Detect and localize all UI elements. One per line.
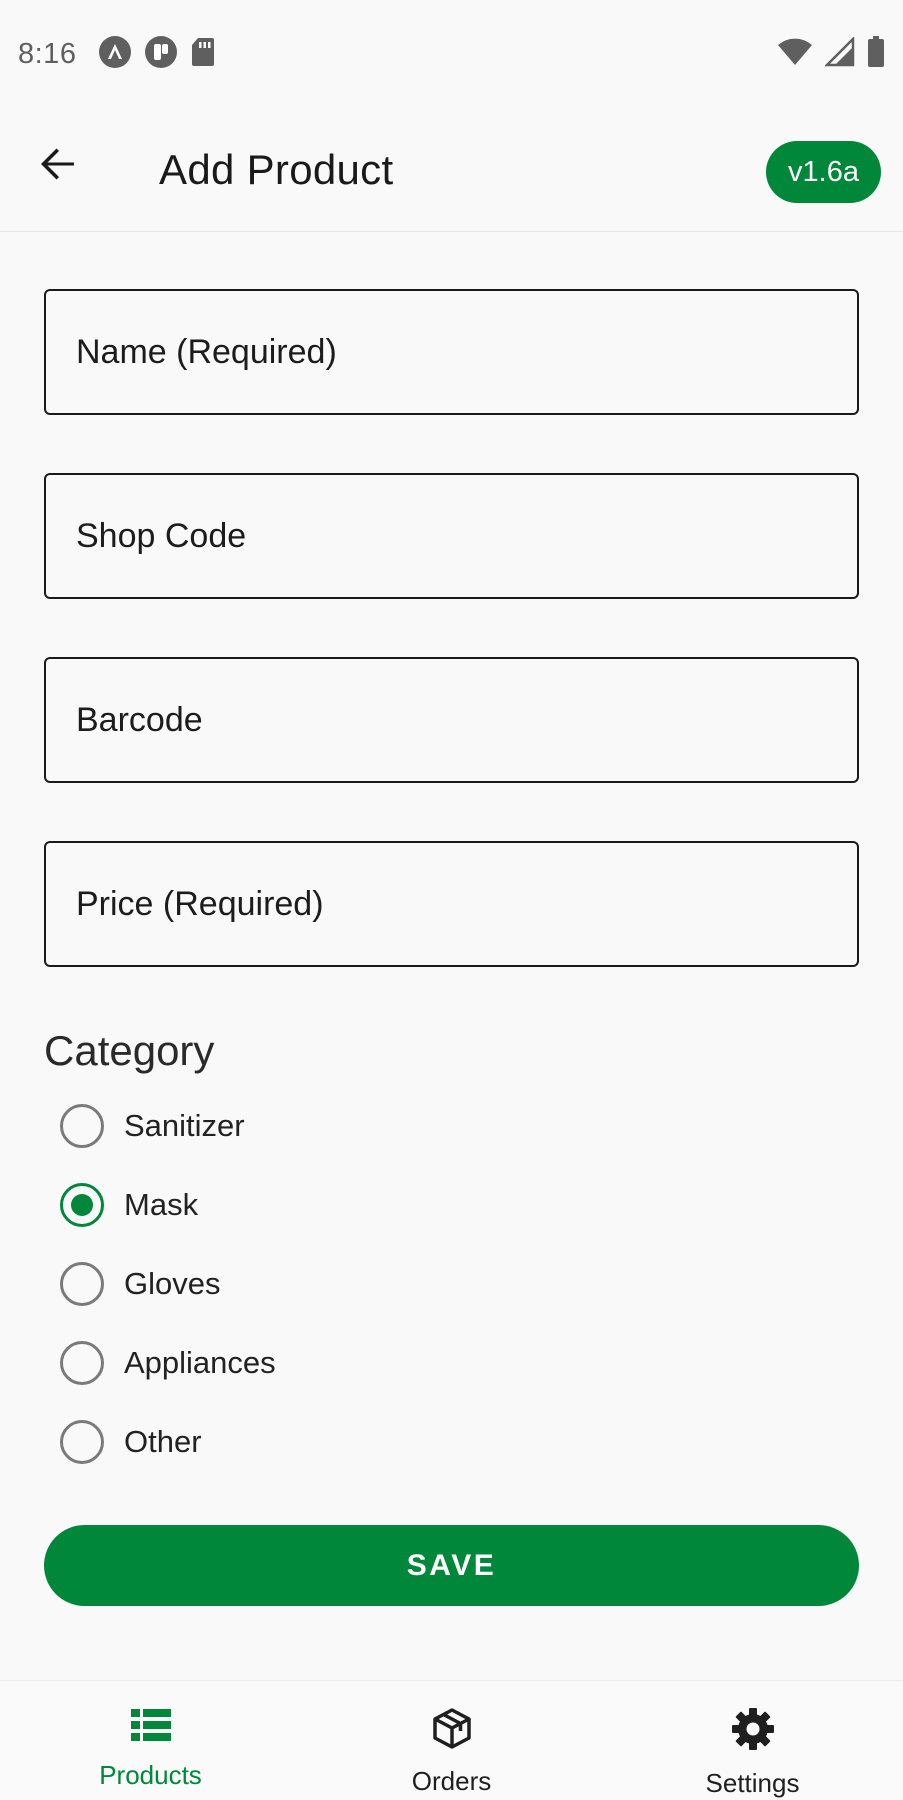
radio-label: Gloves [124, 1266, 221, 1301]
name-input[interactable] [46, 291, 857, 413]
app-bar: Add Product v1.6a [0, 108, 903, 232]
price-input[interactable] [46, 843, 857, 965]
category-title: Category [44, 1027, 215, 1074]
status-right-icons [777, 35, 885, 73]
nav-item-settings[interactable]: Settings [602, 1681, 903, 1800]
radio-label: Mask [124, 1187, 199, 1222]
nav-label: Orders [411, 1766, 492, 1796]
nav-item-products[interactable]: Products [0, 1681, 301, 1800]
radio-unchecked-icon[interactable] [60, 1104, 104, 1148]
price-field[interactable] [44, 841, 859, 967]
category-option-appliances[interactable]: Appliances [60, 1333, 276, 1393]
radio-label: Sanitizer [124, 1108, 245, 1143]
sd-card-icon [190, 36, 216, 73]
status-time: 8:16 [18, 37, 77, 70]
back-button[interactable] [30, 138, 86, 194]
radio-unchecked-icon[interactable] [60, 1341, 104, 1385]
bottom-nav: Products Orders Settings [0, 1680, 903, 1800]
radio-unchecked-icon[interactable] [60, 1420, 104, 1464]
save-button[interactable]: SAVE [44, 1525, 859, 1606]
category-option-sanitizer[interactable]: Sanitizer [60, 1096, 245, 1156]
radio-dot [71, 1194, 93, 1216]
shop-code-input[interactable] [46, 475, 857, 597]
category-option-gloves[interactable]: Gloves [60, 1254, 220, 1314]
gear-icon [731, 1707, 775, 1756]
shop-code-field[interactable] [44, 473, 859, 599]
box-icon [431, 1707, 473, 1754]
category-option-other[interactable]: Other [60, 1412, 202, 1472]
page-title: Add Product [159, 146, 394, 193]
barcode-input[interactable] [46, 659, 857, 781]
radio-checked-icon[interactable] [60, 1183, 104, 1227]
arrow-back-icon [38, 144, 78, 189]
version-badge: v1.6a [766, 141, 881, 203]
category-option-mask[interactable]: Mask [60, 1175, 198, 1235]
barcode-field[interactable] [44, 657, 859, 783]
cell-signal-icon [823, 35, 855, 72]
battery-icon [867, 35, 885, 73]
status-left-icons [98, 35, 216, 74]
autopilot-icon [98, 35, 132, 74]
list-icon [130, 1707, 172, 1748]
radio-label: Other [124, 1424, 202, 1459]
radio-unchecked-icon[interactable] [60, 1262, 104, 1306]
nav-label: Products [99, 1760, 202, 1790]
status-bar: 8:16 [0, 0, 903, 108]
name-field[interactable] [44, 289, 859, 415]
radio-label: Appliances [124, 1345, 276, 1380]
wifi-icon [777, 37, 813, 72]
app-notification-icon [144, 35, 178, 74]
nav-item-orders[interactable]: Orders [301, 1681, 602, 1800]
nav-label: Settings [705, 1768, 800, 1798]
